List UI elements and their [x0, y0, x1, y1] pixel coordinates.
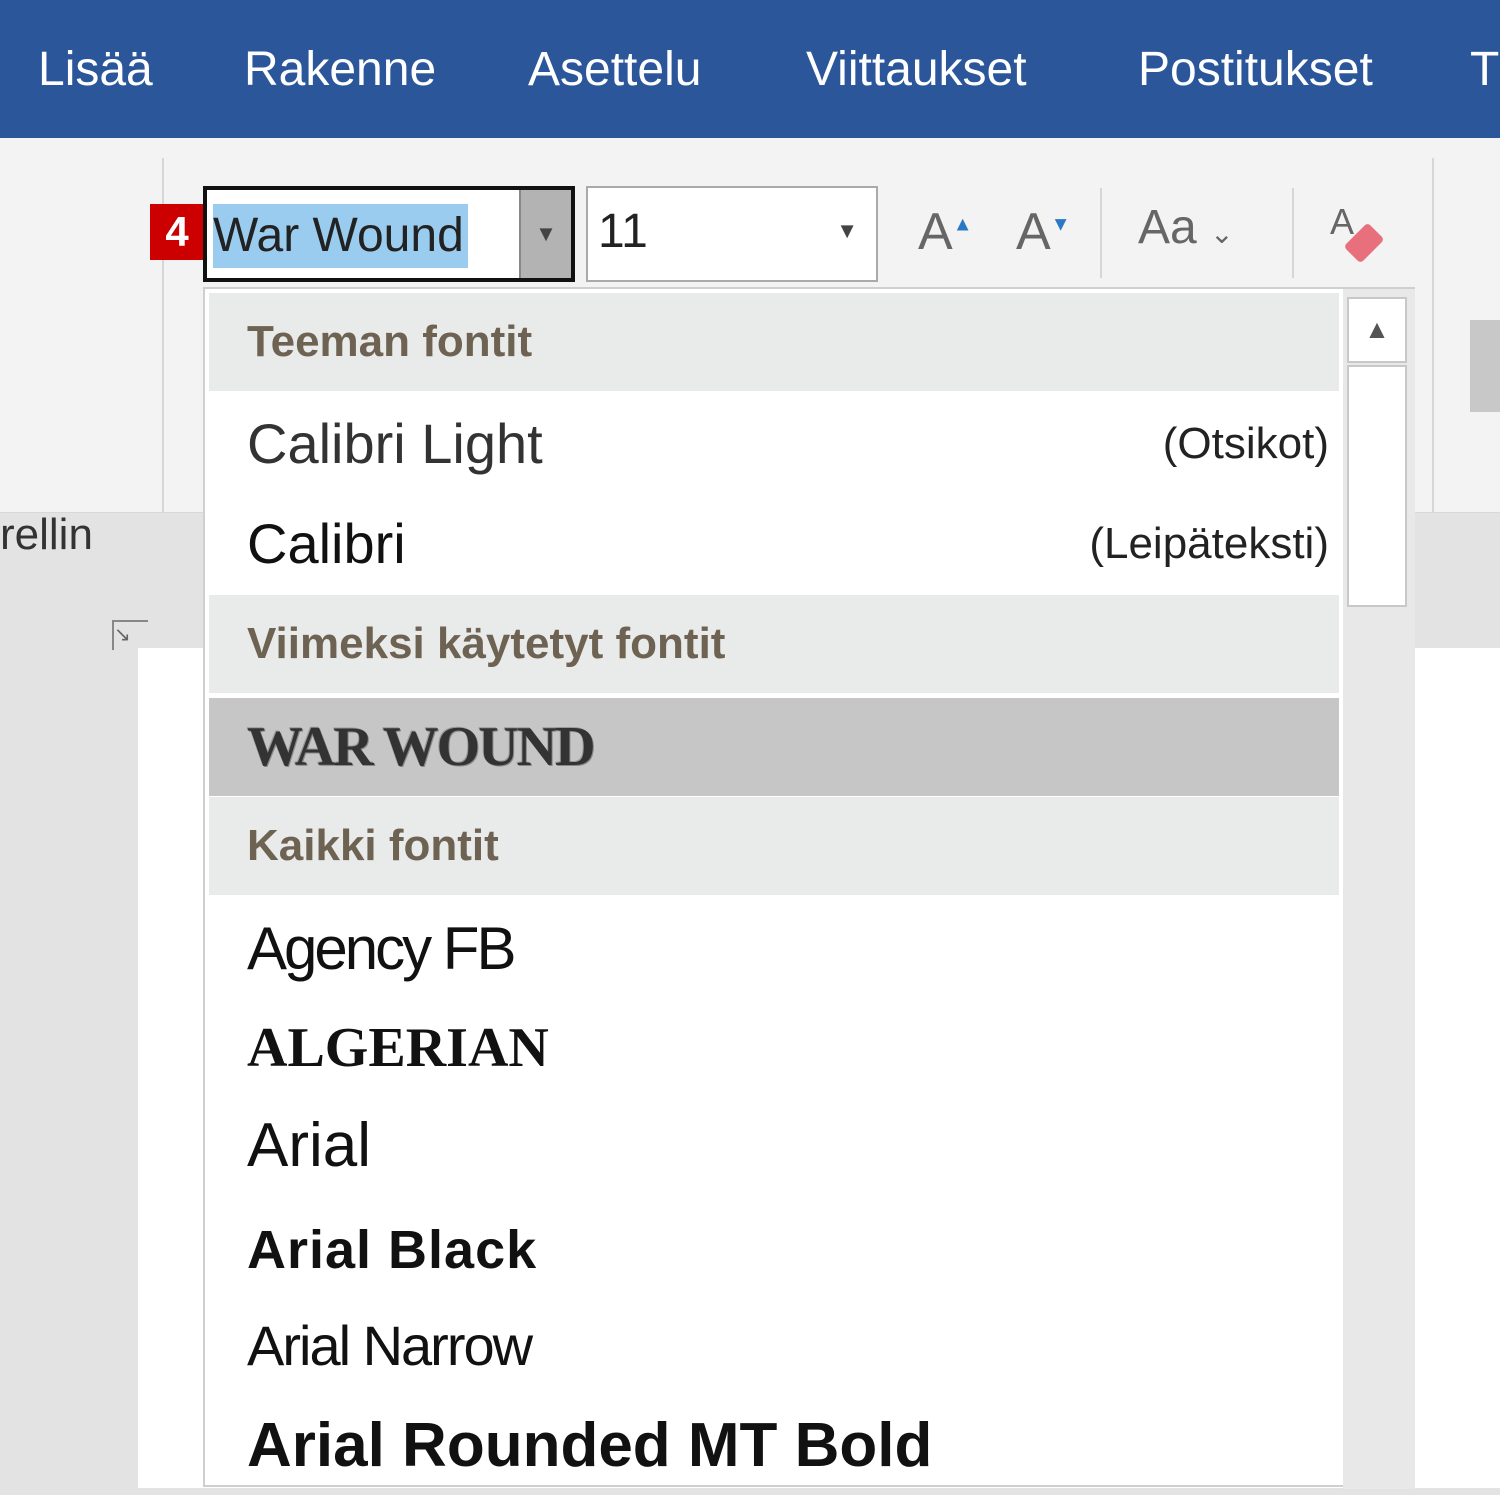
- font-item-arial-black[interactable]: Arial Black: [209, 1201, 1339, 1299]
- ribbon-tabs: Lisää Rakenne Asettelu Viittaukset Posti…: [0, 0, 1500, 138]
- font-dropdown-list: Teeman fontit Calibri Light (Otsikot) Cal…: [203, 287, 1415, 1489]
- font-size-input[interactable]: 11: [598, 204, 648, 259]
- font-item-arial-narrow[interactable]: Arial Narrow: [209, 1297, 1339, 1395]
- section-header-theme: Teeman fontit: [209, 293, 1339, 391]
- clear-formatting-button[interactable]: A: [1330, 200, 1390, 266]
- font-item-algerian[interactable]: ALGERIAN: [209, 999, 1339, 1097]
- font-role: (Leipäteksti): [1089, 519, 1329, 568]
- font-size-combobox[interactable]: 11 ▼: [586, 186, 878, 282]
- change-case-button[interactable]: Aa ⌄: [1138, 200, 1234, 255]
- font-item-calibri[interactable]: Calibri (Leipäteksti): [209, 495, 1339, 593]
- divider: [1292, 188, 1294, 278]
- svg-text:A: A: [1330, 201, 1354, 242]
- grow-font-button[interactable]: A▲: [918, 202, 972, 262]
- font-name: Calibri: [247, 512, 406, 575]
- divider: [1432, 158, 1434, 513]
- chevron-down-icon: ⌄: [1210, 218, 1234, 249]
- font-role: (Otsikot): [1162, 419, 1329, 468]
- dialog-launcher-icon[interactable]: ↘: [112, 620, 148, 650]
- tab-rakenne[interactable]: Rakenne: [244, 42, 436, 97]
- font-name: Calibri Light: [247, 412, 543, 475]
- font-dropdown-arrow-icon[interactable]: ▼: [519, 190, 571, 278]
- section-header-recent: Viimeksi käytetyt fontit: [209, 595, 1339, 693]
- font-item-arial[interactable]: Arial: [209, 1097, 1339, 1195]
- ribbon-scroll-thumb[interactable]: [1470, 320, 1500, 412]
- section-header-all: Kaikki fontit: [209, 797, 1339, 895]
- grow-font-icon: A: [918, 203, 953, 261]
- dropdown-scrollbar[interactable]: ▲: [1343, 289, 1415, 1489]
- font-item-war-wound[interactable]: WAR WOUND: [209, 698, 1339, 796]
- partial-group-label: rellin: [0, 510, 93, 559]
- scroll-up-arrow-icon[interactable]: ▲: [1347, 297, 1407, 363]
- font-size-dropdown-arrow-icon[interactable]: ▼: [836, 218, 858, 244]
- scrollbar-thumb[interactable]: [1347, 365, 1407, 607]
- font-item-arial-rounded-mt-bold[interactable]: Arial Rounded MT Bold: [209, 1397, 1339, 1495]
- font-item-calibri-light[interactable]: Calibri Light (Otsikot): [209, 395, 1339, 493]
- eraser-icon: A: [1330, 201, 1383, 262]
- shrink-font-icon: A: [1016, 203, 1051, 261]
- change-case-label: Aa: [1138, 201, 1197, 254]
- divider: [1100, 188, 1102, 278]
- font-name-combobox[interactable]: War Wound ▼: [203, 186, 575, 282]
- tab-partial[interactable]: T: [1470, 42, 1499, 97]
- tab-viittaukset[interactable]: Viittaukset: [806, 42, 1027, 97]
- font-item-agency-fb[interactable]: Agency FB: [209, 900, 1339, 998]
- shrink-font-button[interactable]: A▼: [1016, 202, 1070, 262]
- tab-postitukset[interactable]: Postitukset: [1138, 42, 1373, 97]
- tab-asettelu[interactable]: Asettelu: [528, 42, 701, 97]
- tab-lisaa[interactable]: Lisää: [38, 42, 153, 97]
- font-name-input[interactable]: War Wound: [213, 204, 468, 268]
- step-badge: 4: [150, 204, 204, 260]
